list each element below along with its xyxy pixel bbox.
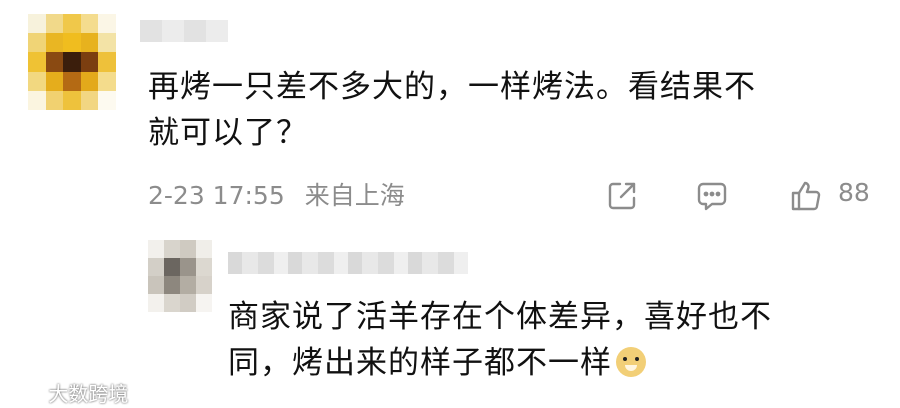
- comment-text-line: 就可以了？: [148, 115, 308, 151]
- avatar[interactable]: [28, 14, 116, 110]
- watermark-text: 大数跨境: [48, 382, 129, 406]
- doge-emoji-icon: [616, 347, 646, 377]
- watermark-logo-icon: [8, 385, 39, 403]
- reply-avatar[interactable]: [148, 240, 212, 312]
- comment-date: 2-23 17:55: [148, 181, 285, 210]
- reply-text-line: 同，烤出来的样子都不一样: [228, 345, 612, 381]
- watermark: 大数跨境: [8, 378, 128, 407]
- username[interactable]: [140, 20, 228, 42]
- comment-icon[interactable]: [694, 178, 730, 214]
- reply-text-line: 商家说了活羊存在个体差异，喜好也不: [228, 299, 772, 335]
- share-icon[interactable]: [604, 178, 640, 214]
- reply-text-line-2: 同，烤出来的样子都不一样: [228, 340, 868, 386]
- comment-meta: 2-23 17:55 来自上海: [148, 176, 417, 212]
- comment-location: 来自上海: [304, 181, 405, 210]
- like-icon[interactable]: [788, 178, 824, 214]
- reply-text: 商家说了活羊存在个体差异，喜好也不 同，烤出来的样子都不一样: [228, 294, 868, 386]
- comment-text: 再烤一只差不多大的，一样烤法。看结果不 就可以了？: [148, 64, 848, 156]
- reply-username[interactable]: [228, 252, 468, 274]
- like-count: 88: [838, 178, 870, 207]
- comment-text-line: 再烤一只差不多大的，一样烤法。看结果不: [148, 69, 756, 105]
